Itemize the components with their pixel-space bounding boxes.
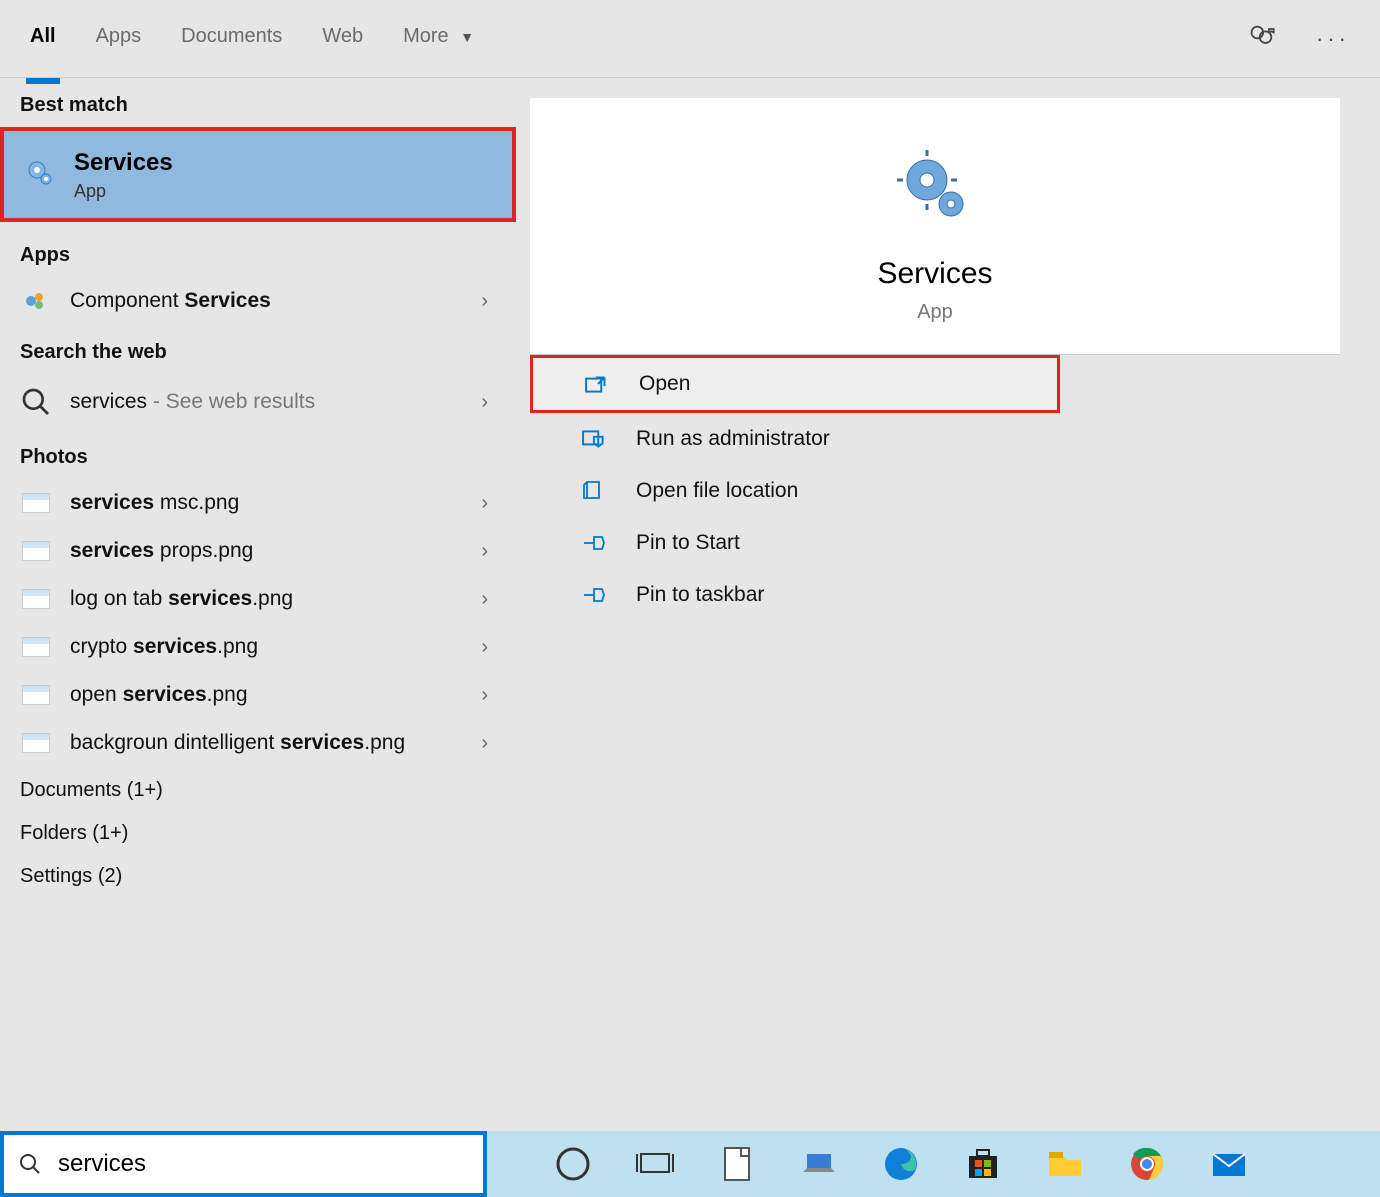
result-photo-3[interactable]: log on tab services.png › [0,575,516,623]
preview-sub: App [917,301,953,324]
tab-documents[interactable]: Documents [181,25,282,52]
result-photo-2[interactable]: services props.png › [0,527,516,575]
folders-header[interactable]: Folders (1+) [0,810,516,853]
microsoft-store-icon[interactable] [963,1144,1003,1184]
tab-web[interactable]: Web [322,25,363,52]
tab-more-label: More [403,25,449,47]
search-box[interactable] [0,1131,487,1197]
image-thumb-icon [20,493,52,513]
document-app-icon[interactable] [717,1144,757,1184]
tab-apps[interactable]: Apps [96,25,142,52]
cortana-icon[interactable] [553,1144,593,1184]
task-view-icon[interactable] [635,1144,675,1184]
search-web-header: Search the web [0,325,516,374]
image-thumb-icon [20,685,52,705]
taskbar [487,1131,1380,1197]
search-icon [18,1152,42,1176]
tab-more[interactable]: More ▼ [403,25,474,52]
chevron-down-icon: ▼ [460,29,474,45]
documents-header[interactable]: Documents (1+) [0,767,516,810]
chevron-right-icon: › [481,684,496,707]
tab-all[interactable]: All [30,25,56,52]
top-tab-bar: All Apps Documents Web More ▼ ··· [0,0,1380,78]
web-label: services - See web results [70,390,463,414]
chevron-right-icon: › [481,391,496,414]
file-explorer-icon[interactable] [1045,1144,1085,1184]
search-icon [20,386,52,418]
chevron-right-icon: › [481,540,496,563]
image-thumb-icon [20,637,52,657]
chevron-right-icon: › [481,290,496,313]
image-thumb-icon [20,733,52,753]
action-open[interactable]: Open [530,355,1060,413]
preview-title: Services [877,257,992,291]
search-input[interactable] [58,1150,469,1178]
result-web-services[interactable]: services - See web results › [0,374,516,430]
result-component-services[interactable]: Component Services › [0,277,516,325]
chevron-right-icon: › [481,492,496,515]
best-match-title: Services [74,149,173,177]
action-run-admin[interactable]: Run as administrator [530,413,1380,465]
chevron-right-icon: › [481,588,496,611]
photos-header: Photos [0,430,516,479]
chevron-right-icon: › [481,636,496,659]
gear-icon [24,157,56,194]
image-thumb-icon [20,541,52,561]
preview-card: Services App [530,98,1340,354]
preview-panel: Services App Open Run as administrator O… [516,78,1380,1131]
mail-app-icon[interactable] [1209,1144,1249,1184]
result-photo-5[interactable]: open services.png › [0,671,516,719]
laptop-app-icon[interactable] [799,1144,839,1184]
component-icon [20,289,52,313]
apps-header: Apps [0,228,516,277]
action-pin-start[interactable]: Pin to Start [530,517,1380,569]
result-photo-1[interactable]: services msc.png › [0,479,516,527]
best-match-sub: App [74,181,173,202]
edge-browser-icon[interactable] [881,1144,921,1184]
bottom-row [0,1131,1380,1197]
result-photo-4[interactable]: crypto services.png › [0,623,516,671]
image-thumb-icon [20,589,52,609]
result-photo-6[interactable]: backgroun dintelligent services.png › [0,719,516,767]
best-match-header: Best match [0,78,516,127]
settings-header[interactable]: Settings (2) [0,853,516,896]
chrome-browser-icon[interactable] [1127,1144,1167,1184]
main-area: Best match Services App Apps Component S… [0,78,1380,1131]
result-best-match-services[interactable]: Services App [0,127,516,222]
results-panel: Best match Services App Apps Component S… [0,78,516,1131]
action-pin-taskbar[interactable]: Pin to taskbar [530,569,1380,621]
action-open-location[interactable]: Open file location [530,465,1380,517]
chevron-right-icon: › [481,732,496,755]
more-options-icon[interactable]: ··· [1316,26,1350,52]
gear-icon [895,148,975,233]
feedback-icon[interactable] [1248,22,1276,55]
preview-actions: Open Run as administrator Open file loca… [530,355,1380,621]
component-label: Component Services [70,289,463,313]
